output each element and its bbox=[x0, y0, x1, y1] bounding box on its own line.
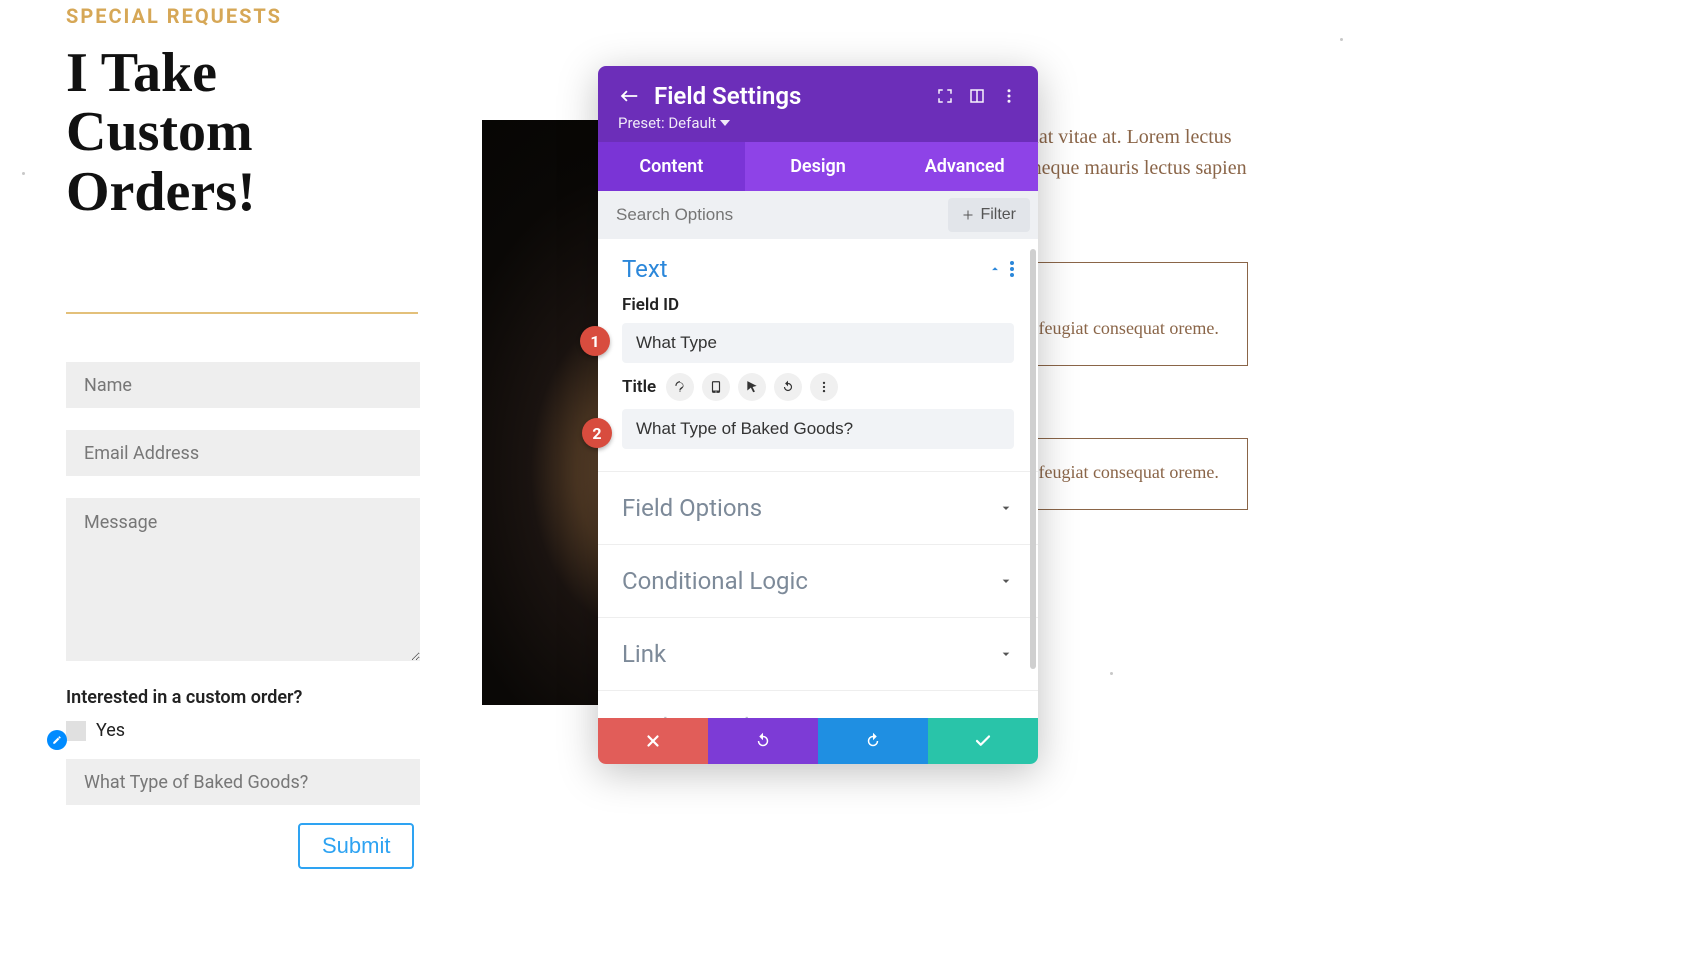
discard-button[interactable] bbox=[598, 718, 708, 764]
back-icon[interactable] bbox=[618, 85, 640, 107]
page-headline: I Take Custom Orders! bbox=[66, 44, 406, 222]
section-background-label: Background bbox=[622, 713, 998, 718]
modal-footer bbox=[598, 718, 1038, 764]
tab-content[interactable]: Content bbox=[598, 142, 745, 191]
interested-label: Interested in a custom order? bbox=[66, 687, 420, 708]
section-field-options-label: Field Options bbox=[622, 494, 998, 522]
pencil-icon bbox=[52, 735, 62, 745]
save-button[interactable] bbox=[928, 718, 1038, 764]
title-label-text: Title bbox=[622, 377, 656, 397]
undo-icon bbox=[754, 732, 772, 750]
section-background[interactable]: Background bbox=[598, 691, 1038, 718]
filter-button[interactable]: Filter bbox=[948, 198, 1030, 232]
yes-label: Yes bbox=[96, 720, 125, 741]
title-input[interactable] bbox=[622, 409, 1014, 449]
tab-advanced[interactable]: Advanced bbox=[891, 142, 1038, 191]
field-settings-modal: Field Settings Preset: Default Content D… bbox=[598, 66, 1038, 764]
name-input[interactable] bbox=[66, 362, 420, 408]
section-link-label: Link bbox=[622, 640, 998, 668]
field-more-icon[interactable] bbox=[810, 373, 838, 401]
close-icon bbox=[644, 732, 662, 750]
eyebrow-text: SPECIAL REQUESTS bbox=[66, 4, 282, 28]
modal-body[interactable]: Text Field ID Title bbox=[598, 239, 1038, 718]
edit-badge[interactable] bbox=[47, 730, 67, 750]
chevron-down-icon bbox=[998, 573, 1014, 589]
email-input[interactable] bbox=[66, 430, 420, 476]
caret-down-icon bbox=[720, 118, 730, 128]
modal-header: Field Settings Preset: Default bbox=[598, 66, 1038, 142]
modal-tabs: Content Design Advanced bbox=[598, 142, 1038, 191]
redo-button[interactable] bbox=[818, 718, 928, 764]
section-text: Text Field ID Title bbox=[598, 239, 1038, 472]
preset-label: Preset: Default bbox=[618, 114, 716, 132]
check-icon bbox=[974, 732, 992, 750]
divider-line bbox=[66, 312, 418, 314]
field-id-input[interactable] bbox=[622, 323, 1014, 363]
search-row: Filter bbox=[598, 191, 1038, 239]
section-conditional-logic[interactable]: Conditional Logic bbox=[598, 545, 1038, 618]
redo-icon bbox=[864, 732, 882, 750]
message-textarea[interactable] bbox=[66, 498, 420, 661]
filter-label: Filter bbox=[980, 206, 1016, 224]
mobile-icon[interactable] bbox=[702, 373, 730, 401]
layout-icon[interactable] bbox=[968, 87, 986, 105]
title-label-row: Title bbox=[622, 373, 1014, 401]
search-options-input[interactable] bbox=[598, 191, 948, 239]
section-conditional-logic-label: Conditional Logic bbox=[622, 567, 998, 595]
chevron-down-icon bbox=[998, 500, 1014, 516]
section-field-options[interactable]: Field Options bbox=[598, 472, 1038, 545]
annotation-2: 2 bbox=[582, 418, 612, 448]
contact-form: Interested in a custom order? Yes Submit bbox=[66, 362, 420, 869]
reset-icon[interactable] bbox=[774, 373, 802, 401]
cursor-icon[interactable] bbox=[738, 373, 766, 401]
plus-icon bbox=[962, 209, 974, 221]
scrollbar[interactable] bbox=[1030, 249, 1036, 669]
tab-design[interactable]: Design bbox=[745, 142, 892, 191]
focus-icon[interactable] bbox=[936, 87, 954, 105]
field-id-label: Field ID bbox=[622, 295, 1014, 315]
section-more-icon[interactable] bbox=[1010, 261, 1014, 277]
section-link[interactable]: Link bbox=[598, 618, 1038, 691]
section-text-title[interactable]: Text bbox=[622, 255, 980, 283]
preset-selector[interactable]: Preset: Default bbox=[618, 114, 1018, 132]
baked-goods-type-input[interactable] bbox=[66, 759, 420, 805]
modal-title: Field Settings bbox=[654, 82, 922, 110]
help-icon[interactable] bbox=[666, 373, 694, 401]
checkbox-icon[interactable] bbox=[66, 721, 86, 741]
chevron-up-icon[interactable] bbox=[988, 262, 1002, 276]
annotation-1: 1 bbox=[580, 326, 610, 356]
undo-button[interactable] bbox=[708, 718, 818, 764]
yes-checkbox-row[interactable]: Yes bbox=[66, 720, 420, 741]
more-icon[interactable] bbox=[1000, 87, 1018, 105]
chevron-down-icon bbox=[998, 646, 1014, 662]
submit-button[interactable]: Submit bbox=[298, 823, 414, 869]
